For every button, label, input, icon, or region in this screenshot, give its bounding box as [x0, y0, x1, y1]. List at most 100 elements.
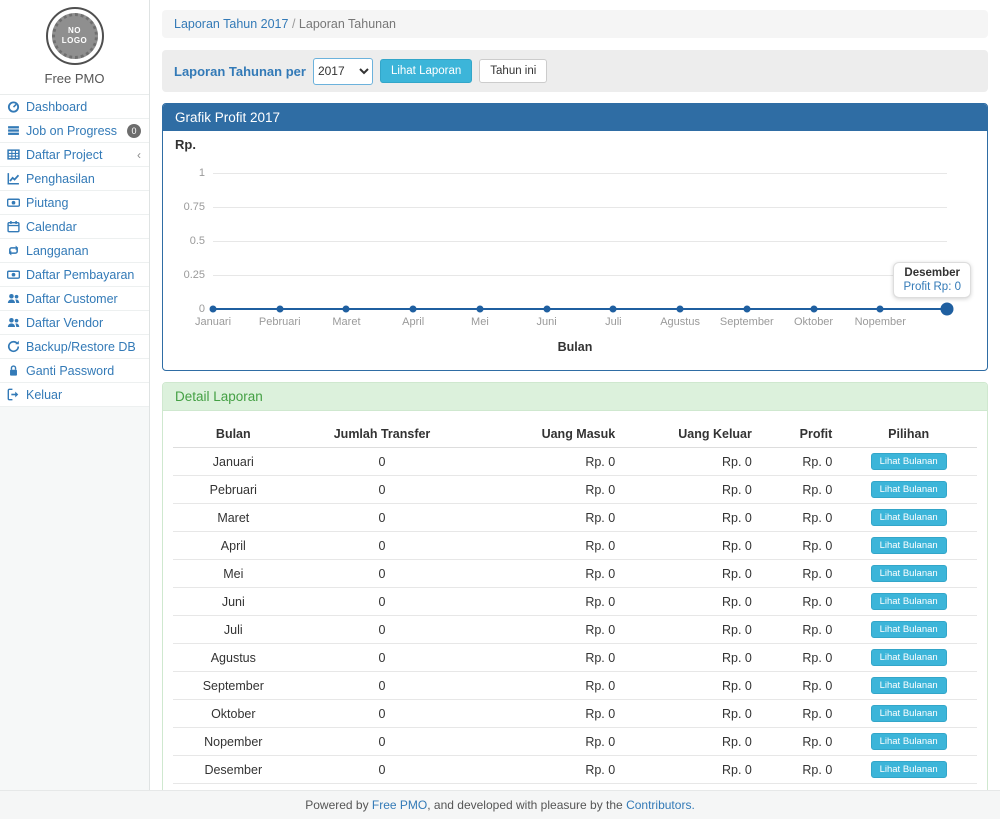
chart-y-axis-label: Rp.	[173, 137, 977, 152]
view-monthly-button-agustus[interactable]: Lihat Bulanan	[871, 649, 947, 666]
breadcrumb-current: Laporan Tahunan	[299, 17, 396, 31]
x-tick-label: Januari	[195, 316, 231, 328]
chart-point-juli[interactable]	[610, 306, 617, 313]
cell-profit: Rp. 0	[760, 476, 840, 504]
cell-uang-masuk: Rp. 0	[470, 700, 623, 728]
breadcrumb-link-laporan-tahun[interactable]: Laporan Tahun 2017	[174, 17, 288, 31]
profit-line-series	[213, 173, 947, 309]
view-monthly-button-oktober[interactable]: Lihat Bulanan	[871, 705, 947, 722]
cell-bulan: Juli	[173, 616, 294, 644]
year-select[interactable]: 2017	[313, 58, 373, 85]
current-year-button[interactable]: Tahun ini	[479, 59, 547, 83]
sidebar-item-penghasilan[interactable]: Penghasilan	[0, 167, 149, 191]
chart-tooltip-title: Desember	[903, 267, 961, 279]
chart-tooltip-value: Profit Rp: 0	[903, 281, 961, 293]
view-monthly-button-desember[interactable]: Lihat Bulanan	[871, 761, 947, 778]
cell-profit: Rp. 0	[760, 644, 840, 672]
count-badge: 0	[127, 124, 141, 138]
x-tick-label: Pebruari	[259, 316, 301, 328]
cell-uang-keluar: Rp. 0	[623, 756, 760, 784]
chart-point-mei[interactable]	[476, 306, 483, 313]
sidebar-item-daftar-project[interactable]: Daftar Project‹	[0, 143, 149, 167]
cell-uang-masuk: Rp. 0	[470, 672, 623, 700]
view-monthly-button-juni[interactable]: Lihat Bulanan	[871, 593, 947, 610]
cell-pilihan: Lihat Bulanan	[840, 756, 977, 784]
column-header-uang-masuk: Uang Masuk	[470, 421, 623, 448]
detail-panel-title: Detail Laporan	[163, 383, 987, 411]
view-report-button[interactable]: Lihat Laporan	[380, 59, 472, 83]
cell-uang-masuk: Rp. 0	[470, 448, 623, 476]
cell-bulan: Pebruari	[173, 476, 294, 504]
view-monthly-button-pebruari[interactable]: Lihat Bulanan	[871, 481, 947, 498]
table-row-nopember: Nopember0Rp. 0Rp. 0Rp. 0Lihat Bulanan	[173, 728, 977, 756]
logo-text-line2: LOGO	[62, 36, 88, 46]
x-tick-label: April	[402, 316, 424, 328]
view-monthly-button-juli[interactable]: Lihat Bulanan	[871, 621, 947, 638]
view-monthly-button-april[interactable]: Lihat Bulanan	[871, 537, 947, 554]
chart-point-pebruari[interactable]	[276, 306, 283, 313]
sidebar-item-calendar[interactable]: Calendar	[0, 215, 149, 239]
view-monthly-button-januari[interactable]: Lihat Bulanan	[871, 453, 947, 470]
footer-link-free-pmo[interactable]: Free PMO	[372, 798, 427, 812]
cell-profit: Rp. 0	[760, 616, 840, 644]
table-row-desember: Desember0Rp. 0Rp. 0Rp. 0Lihat Bulanan	[173, 756, 977, 784]
tasks-icon	[7, 124, 20, 137]
sidebar-item-label: Daftar Project	[26, 148, 102, 162]
chart-point-agustus[interactable]	[677, 306, 684, 313]
table-row-juni: Juni0Rp. 0Rp. 0Rp. 0Lihat Bulanan	[173, 588, 977, 616]
cell-jumlah-transfer: 0	[294, 560, 471, 588]
view-monthly-button-nopember[interactable]: Lihat Bulanan	[871, 733, 947, 750]
detail-report-panel: Detail Laporan BulanJumlah TransferUang …	[162, 382, 988, 790]
view-monthly-button-maret[interactable]: Lihat Bulanan	[871, 509, 947, 526]
chart-point-januari[interactable]	[210, 306, 217, 313]
cell-uang-keluar: Rp. 0	[623, 644, 760, 672]
x-tick-label: Nopember	[855, 316, 906, 328]
sidebar-item-label: Daftar Vendor	[26, 316, 103, 330]
lock-icon	[7, 364, 20, 377]
cell-pilihan: Lihat Bulanan	[840, 616, 977, 644]
sign-out-icon	[7, 388, 20, 401]
brand-name: Free PMO	[0, 71, 149, 86]
cell-pilihan: Lihat Bulanan	[840, 560, 977, 588]
dashboard-icon	[7, 100, 20, 113]
view-monthly-button-mei[interactable]: Lihat Bulanan	[871, 565, 947, 582]
x-tick-label: Maret	[332, 316, 360, 328]
x-tick-label: Oktober	[794, 316, 833, 328]
table-row-pebruari: Pebruari0Rp. 0Rp. 0Rp. 0Lihat Bulanan	[173, 476, 977, 504]
chart-point-nopember[interactable]	[877, 306, 884, 313]
sidebar-item-langganan[interactable]: Langganan	[0, 239, 149, 263]
sidebar-item-ganti-password[interactable]: Ganti Password	[0, 359, 149, 383]
money-icon	[7, 196, 20, 209]
cell-pilihan: Lihat Bulanan	[840, 476, 977, 504]
y-tick-label: 0.25	[184, 269, 205, 281]
sidebar-item-job-on-progress[interactable]: Job on Progress 0	[0, 119, 149, 143]
chart-point-april[interactable]	[410, 306, 417, 313]
cell-bulan: Desember	[173, 756, 294, 784]
cell-uang-keluar: Rp. 0	[623, 532, 760, 560]
users-icon	[7, 292, 20, 305]
chart-point-desember[interactable]	[941, 303, 954, 316]
chart-point-maret[interactable]	[343, 306, 350, 313]
footer-link-contributors[interactable]: Contributors.	[626, 798, 695, 812]
sidebar-item-dashboard[interactable]: Dashboard	[0, 95, 149, 119]
footer-prefix: Powered by	[305, 798, 372, 812]
chart-point-september[interactable]	[743, 306, 750, 313]
cell-bulan: September	[173, 672, 294, 700]
sidebar-item-daftar-vendor[interactable]: Daftar Vendor	[0, 311, 149, 335]
cell-profit: Rp. 0	[760, 504, 840, 532]
breadcrumb: Laporan Tahun 2017 / Laporan Tahunan	[162, 10, 988, 38]
sidebar-item-keluar[interactable]: Keluar	[0, 383, 149, 407]
cell-bulan: Agustus	[173, 644, 294, 672]
chart-point-oktober[interactable]	[810, 306, 817, 313]
sidebar-item-backup-restore-db[interactable]: Backup/Restore DB	[0, 335, 149, 359]
view-monthly-button-september[interactable]: Lihat Bulanan	[871, 677, 947, 694]
sidebar-item-label: Job on Progress	[26, 124, 117, 138]
chart-point-juni[interactable]	[543, 306, 550, 313]
sidebar-item-piutang[interactable]: Piutang	[0, 191, 149, 215]
sidebar-item-daftar-pembayaran[interactable]: Daftar Pembayaran	[0, 263, 149, 287]
sidebar-item-daftar-customer[interactable]: Daftar Customer	[0, 287, 149, 311]
refresh-icon	[7, 340, 20, 353]
x-tick-label: Mei	[471, 316, 489, 328]
brand: NO LOGO Free PMO	[0, 0, 149, 95]
cell-bulan: Maret	[173, 504, 294, 532]
